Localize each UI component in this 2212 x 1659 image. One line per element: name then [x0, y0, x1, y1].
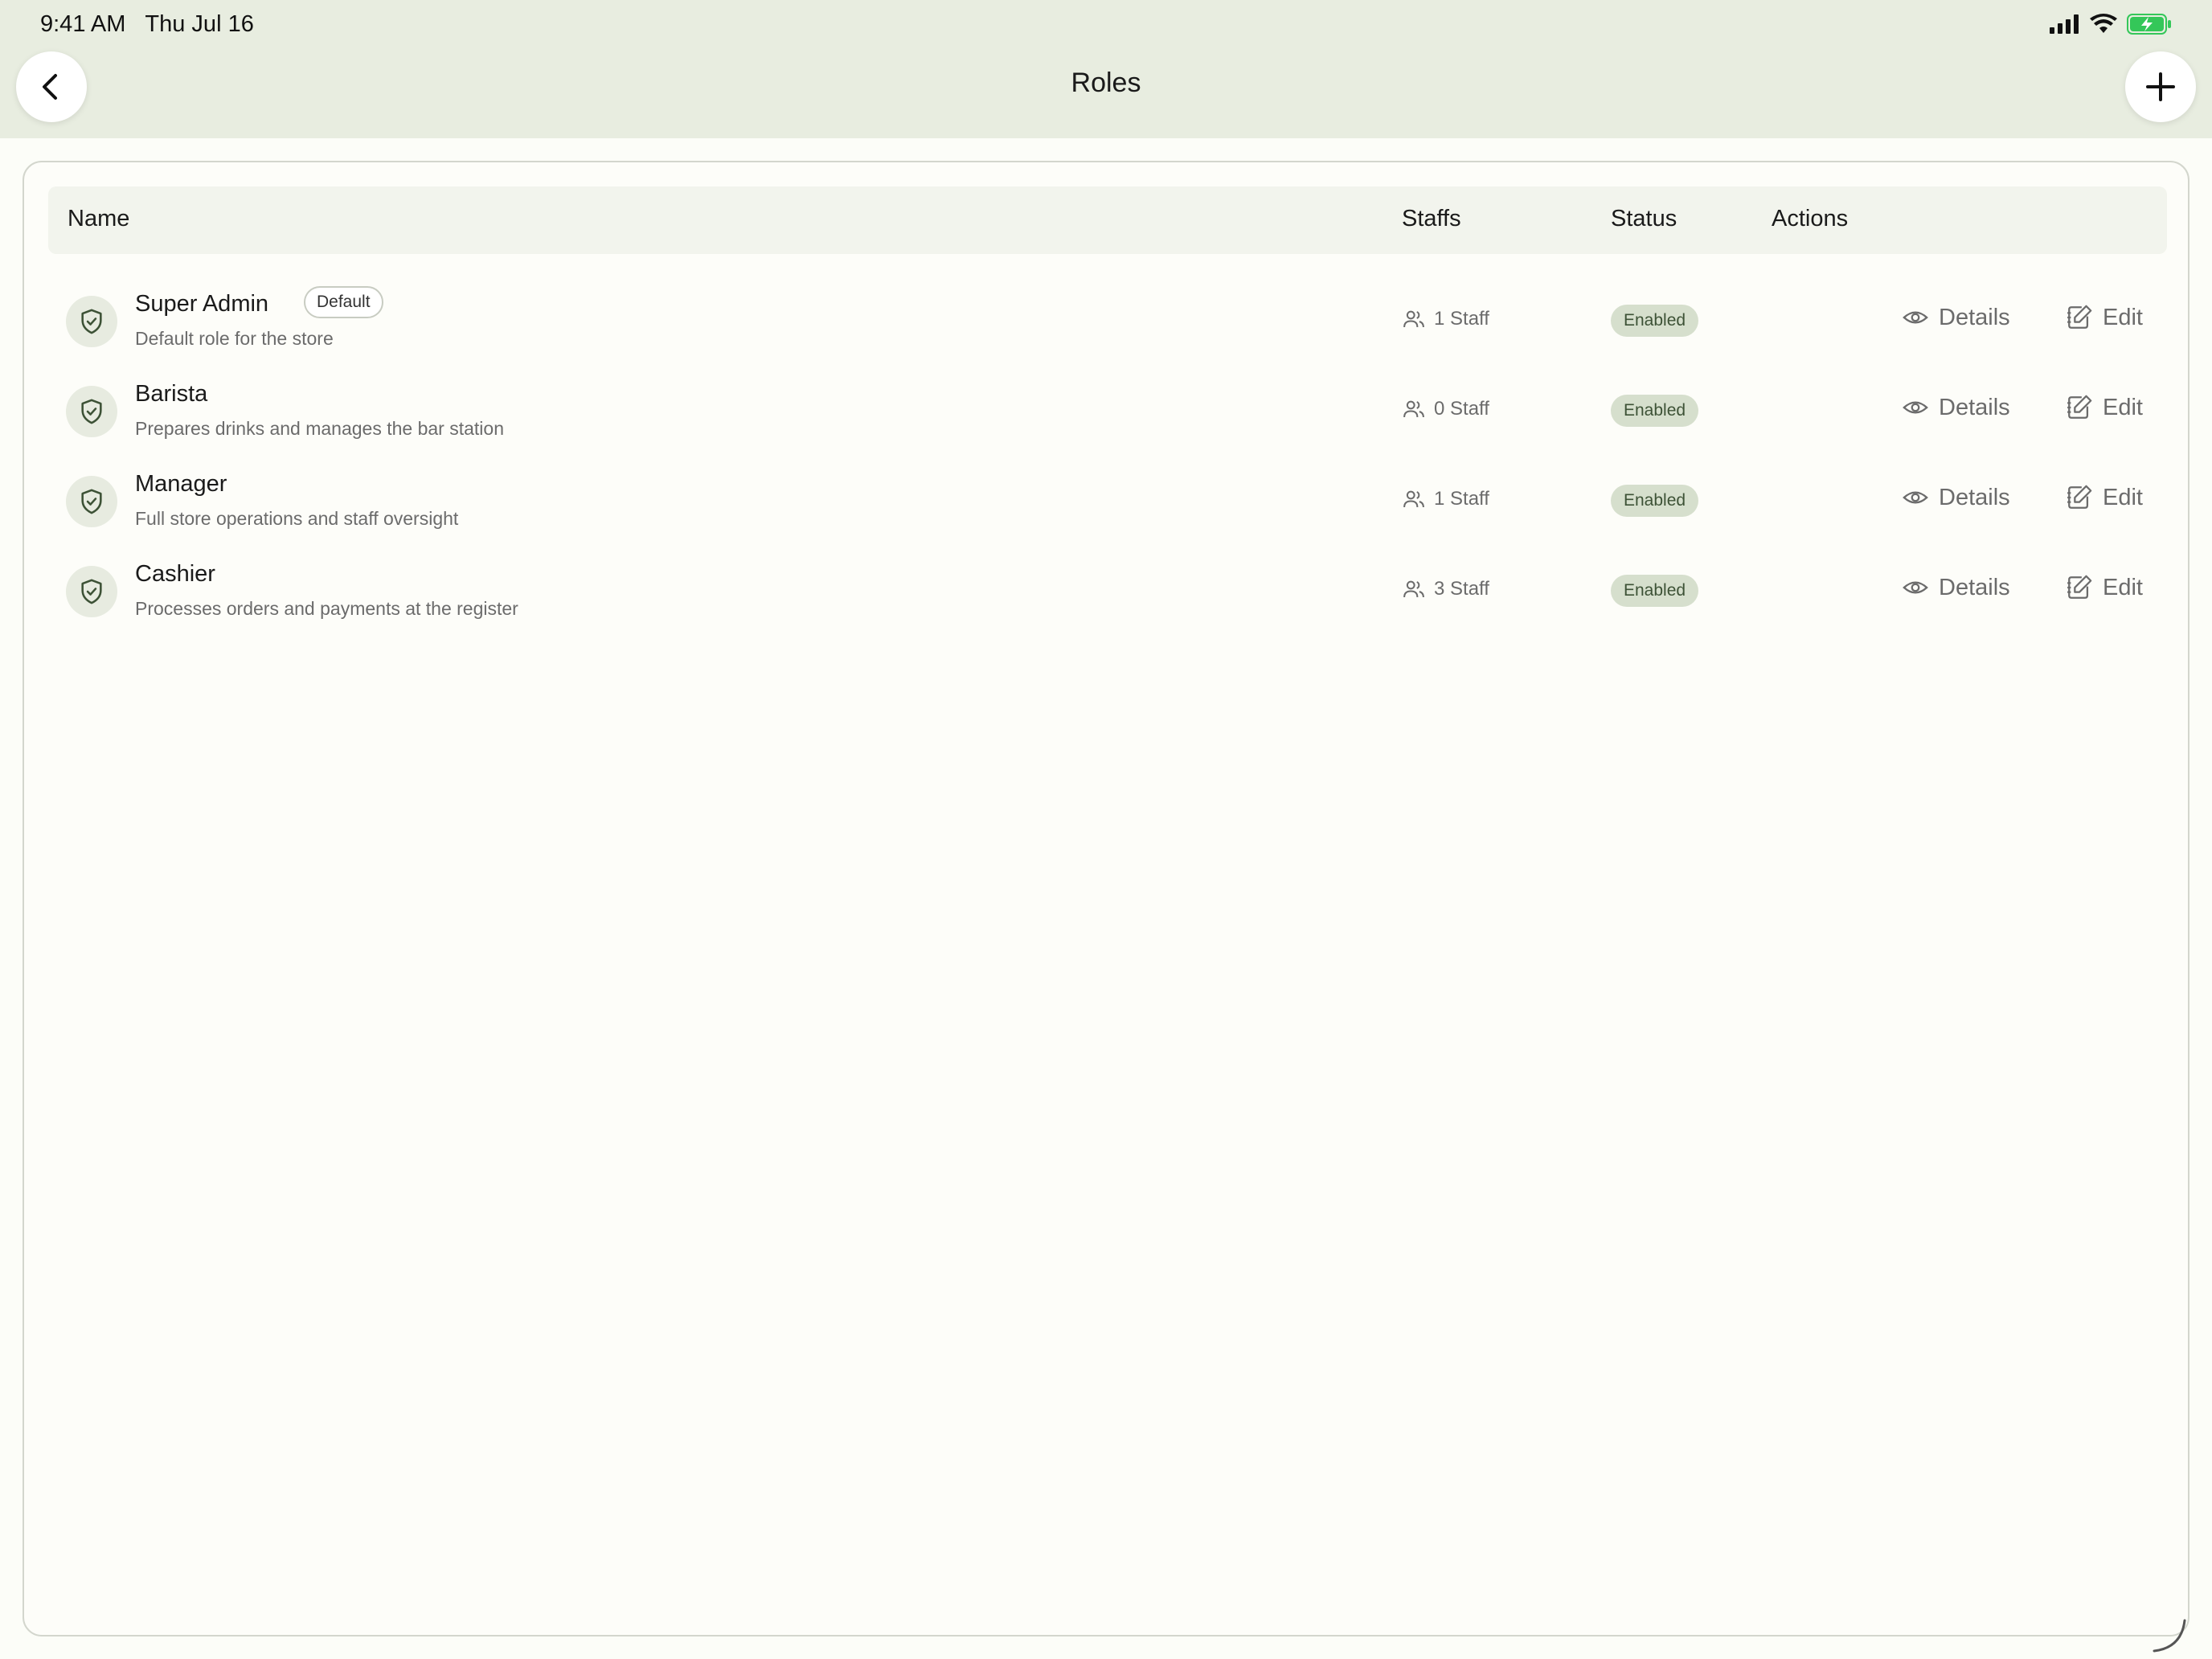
users-icon: [1403, 580, 1424, 598]
details-label: Details: [1939, 574, 2010, 600]
staff-count-label: 1 Staff: [1434, 488, 1489, 510]
edit-label: Edit: [2103, 484, 2143, 510]
staff-count: 3 Staff: [1402, 577, 1489, 601]
cellular-icon: [2050, 14, 2079, 34]
users-icon: [1403, 400, 1424, 418]
staff-count: 0 Staff: [1402, 397, 1489, 421]
role-name: Cashier: [135, 561, 215, 587]
shield-check-icon: [66, 386, 117, 437]
plus-icon: [2146, 72, 2175, 101]
staff-count: 1 Staff: [1402, 487, 1489, 511]
role-description: Default role for the store: [135, 328, 334, 349]
role-name: Super Admin: [135, 291, 269, 317]
table-row: Barista Prepares drinks and manages the …: [48, 367, 2167, 457]
battery-charging-icon: [2127, 14, 2171, 35]
status-badge: Enabled: [1611, 395, 1699, 427]
shield-check-icon: [66, 566, 117, 617]
details-button[interactable]: Details: [1902, 304, 2010, 331]
role-description: Full store operations and staff oversigh…: [135, 508, 459, 529]
role-description: Processes orders and payments at the reg…: [135, 598, 518, 619]
edit-icon: [2067, 305, 2092, 329]
role-name: Barista: [135, 381, 208, 407]
status-bar-time: 9:41 AM Thu Jul 16: [40, 11, 254, 38]
status-badge: Enabled: [1611, 575, 1699, 607]
staff-count-label: 3 Staff: [1434, 578, 1489, 600]
eye-icon: [1903, 581, 1928, 594]
column-header-name: Name: [68, 206, 130, 231]
users-icon: [1403, 310, 1424, 328]
users-icon: [1403, 490, 1424, 508]
status-badge: Enabled: [1611, 485, 1699, 517]
table-row: Cashier Processes orders and payments at…: [48, 547, 2167, 637]
edit-button[interactable]: Edit: [2066, 394, 2143, 421]
staff-count-label: 1 Staff: [1434, 308, 1489, 330]
role-description: Prepares drinks and manages the bar stat…: [135, 418, 504, 439]
edit-label: Edit: [2103, 574, 2143, 600]
edit-button[interactable]: Edit: [2066, 574, 2143, 601]
table-row: Super Admin Default Default role for the…: [48, 276, 2167, 367]
table-row: Manager Full store operations and staff …: [48, 457, 2167, 547]
edit-button[interactable]: Edit: [2066, 484, 2143, 511]
resize-handle-icon[interactable]: [2149, 1616, 2188, 1654]
role-name: Manager: [135, 471, 227, 497]
edit-icon: [2067, 395, 2092, 419]
roles-table-card: Name Staffs Status Actions Super Admin D…: [23, 161, 2189, 1636]
edit-icon: [2067, 575, 2092, 599]
details-label: Details: [1939, 304, 2010, 330]
details-label: Details: [1939, 484, 2010, 510]
add-role-button[interactable]: [2125, 51, 2196, 122]
table-header: Name Staffs Status Actions: [48, 186, 2167, 254]
page-title: Roles: [1071, 68, 1141, 98]
details-button[interactable]: Details: [1902, 574, 2010, 601]
eye-icon: [1903, 311, 1928, 324]
edit-label: Edit: [2103, 304, 2143, 330]
column-header-status: Status: [1611, 206, 1677, 231]
status-time: 9:41 AM: [40, 11, 126, 37]
eye-icon: [1903, 401, 1928, 414]
status-date: Thu Jul 16: [145, 11, 254, 37]
column-header-staffs: Staffs: [1402, 206, 1461, 231]
staff-count: 1 Staff: [1402, 307, 1489, 331]
shield-check-icon: [66, 296, 117, 347]
eye-icon: [1903, 491, 1928, 504]
status-icons: [2050, 13, 2172, 35]
edit-icon: [2067, 485, 2092, 509]
column-header-actions: Actions: [1772, 206, 1849, 231]
shield-check-icon: [66, 476, 117, 527]
wifi-icon: [2090, 14, 2117, 33]
details-label: Details: [1939, 394, 2010, 420]
status-badge: Enabled: [1611, 305, 1699, 337]
edit-button[interactable]: Edit: [2066, 304, 2143, 331]
top-bar: 9:41 AM Thu Jul 16 Roles: [0, 0, 2212, 138]
default-badge: Default: [304, 286, 383, 318]
edit-label: Edit: [2103, 394, 2143, 420]
staff-count-label: 0 Staff: [1434, 398, 1489, 420]
details-button[interactable]: Details: [1902, 394, 2010, 421]
details-button[interactable]: Details: [1902, 484, 2010, 511]
